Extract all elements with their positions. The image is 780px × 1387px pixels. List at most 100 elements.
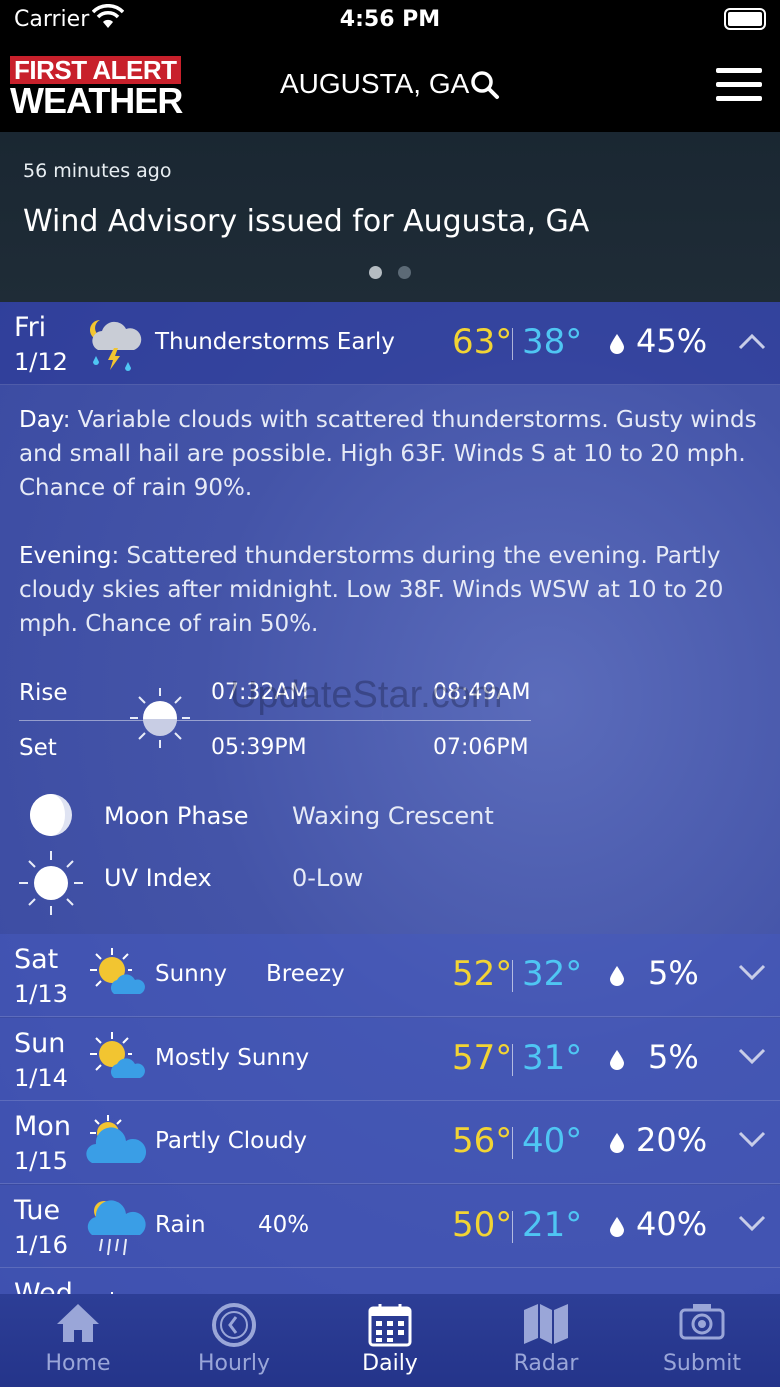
sun-moon-times: Rise Set 07:32AM 05:39PM 08:49AM 07:06PM <box>0 672 780 772</box>
alert-title[interactable]: Wind Advisory issued for Augusta, GA <box>23 204 589 239</box>
moonset-time: 07:06PM <box>433 735 529 760</box>
page-dot-2[interactable] <box>398 266 411 279</box>
tab-hourly[interactable]: Hourly <box>156 1294 312 1387</box>
sunset-time: 05:39PM <box>211 735 307 760</box>
raindrop-icon <box>610 1050 624 1074</box>
day-description: Day: Variable clouds with scattered thun… <box>19 403 759 505</box>
high-temp: 50° <box>452 1205 513 1245</box>
day-name: Wed <box>14 1278 73 1294</box>
forecast-row[interactable]: Sun 1/14 Mostly Sunny 57° 31° 5% <box>0 1018 780 1101</box>
alert-banner[interactable]: 56 minutes ago Wind Advisory issued for … <box>0 132 780 302</box>
mostly-sunny-icon <box>84 1028 146 1090</box>
day-name: Tue <box>14 1195 61 1226</box>
day-text: : Variable clouds with scattered thunder… <box>19 407 757 501</box>
moonrise-time: 08:49AM <box>433 680 531 705</box>
partly-cloudy-icon <box>84 1111 147 1173</box>
sunny-icon <box>84 944 146 1006</box>
set-label: Set <box>19 735 57 761</box>
clock-icon <box>211 1302 257 1352</box>
forecast-row[interactable]: Sat 1/13 Sunny Breezy 52° 32° 5% <box>0 934 780 1017</box>
alert-time: 56 minutes ago <box>23 160 172 182</box>
condition-label: Thunderstorms Early <box>155 329 395 355</box>
tab-home[interactable]: Home <box>0 1294 156 1387</box>
chevron-down-icon[interactable] <box>738 964 766 986</box>
day-name: Mon <box>14 1111 71 1142</box>
high-temp: 63° <box>452 322 513 362</box>
raindrop-icon <box>610 1217 624 1241</box>
temp-divider <box>512 1044 513 1076</box>
day-date: 1/12 <box>14 348 68 376</box>
condition-label: Mostly Sunny <box>155 1045 310 1071</box>
crescent-moon-icon <box>374 694 414 744</box>
high-temp: 56° <box>452 1121 513 1161</box>
evening-label: Evening <box>19 543 112 569</box>
day-date: 1/14 <box>14 1064 68 1092</box>
uv-index-row: UV Index 0-Low <box>0 850 780 915</box>
search-icon[interactable] <box>470 70 500 104</box>
daily-forecast-list[interactable]: Fri 1/12 Thunderstorms Early 63° 38° 45%… <box>0 302 780 1294</box>
page-indicator[interactable] <box>0 264 780 283</box>
home-icon <box>55 1302 101 1348</box>
tab-radar[interactable]: Radar <box>468 1294 624 1387</box>
uv-index-label: UV Index <box>104 864 212 892</box>
forecast-row-today[interactable]: Fri 1/12 Thunderstorms Early 63° 38° 45% <box>0 302 780 385</box>
raindrop-icon <box>610 334 624 358</box>
forecast-row[interactable]: Wed <box>0 1268 780 1294</box>
camera-icon <box>679 1302 725 1346</box>
forecast-row[interactable]: Mon 1/15 Partly Cloudy 56° 40° 20% <box>0 1101 780 1184</box>
moon-phase-value: Waxing Crescent <box>292 802 494 830</box>
precip-chance: 40% <box>636 1205 708 1243</box>
low-temp: 38° <box>522 322 583 362</box>
page-dot-1[interactable] <box>369 266 382 279</box>
sun-horizon-icon <box>128 686 192 754</box>
moon-phase-label: Moon Phase <box>104 802 249 830</box>
low-temp: 21° <box>522 1205 583 1245</box>
tab-label: Radar <box>513 1351 579 1376</box>
precip-chance: 5% <box>648 1038 699 1076</box>
precip-chance: 45% <box>636 322 708 360</box>
map-icon <box>522 1302 570 1350</box>
tab-bar: Home Hourly Daily Radar Submit <box>0 1294 780 1387</box>
tab-daily[interactable]: Daily <box>312 1294 468 1387</box>
evening-text: : Scattered thunderstorms during the eve… <box>19 543 724 637</box>
chevron-down-icon[interactable] <box>738 1048 766 1070</box>
condition-label: Sunny <box>155 961 227 987</box>
condition-extra: 40% <box>258 1212 310 1238</box>
horizon-line <box>19 720 531 721</box>
day-date: 1/15 <box>14 1147 68 1175</box>
battery-icon <box>724 8 766 30</box>
location-label[interactable]: AUGUSTA, GA <box>280 68 469 100</box>
precip-chance: 20% <box>636 1121 708 1159</box>
moon-phase-icon <box>28 792 74 842</box>
rain-icon <box>84 1195 146 1257</box>
sunrise-time: 07:32AM <box>211 680 309 705</box>
chevron-down-icon[interactable] <box>738 1215 766 1237</box>
temp-divider <box>512 960 513 992</box>
forecast-row[interactable]: Tue 1/16 Rain 40% 50° 21° 40% <box>0 1185 780 1268</box>
raindrop-icon <box>610 966 624 990</box>
temp-divider <box>512 328 513 360</box>
chevron-up-icon[interactable] <box>738 332 766 354</box>
status-bar: Carrier 4:56 PM <box>0 0 780 40</box>
day-label: Day <box>19 407 63 433</box>
calendar-icon <box>367 1302 413 1352</box>
hamburger-menu-icon[interactable] <box>716 68 762 102</box>
tab-label: Home <box>45 1351 111 1376</box>
tab-label: Daily <box>362 1351 418 1376</box>
day-name: Sun <box>14 1028 66 1059</box>
day-name: Fri <box>14 312 47 343</box>
chevron-down-icon[interactable] <box>738 1131 766 1153</box>
low-temp: 32° <box>522 954 583 994</box>
rise-label: Rise <box>19 680 68 706</box>
tab-label: Hourly <box>197 1351 271 1376</box>
app-header: FIRST ALERT WEATHER AUGUSTA, GA <box>0 40 780 132</box>
tab-submit[interactable]: Submit <box>624 1294 780 1387</box>
high-temp: 52° <box>452 954 513 994</box>
temp-divider <box>512 1127 513 1159</box>
clock-label: 4:56 PM <box>339 7 441 32</box>
first-alert-weather-logo[interactable]: FIRST ALERT WEATHER <box>10 56 183 119</box>
raindrop-icon <box>610 1133 624 1157</box>
precip-chance: 5% <box>648 954 699 992</box>
condition-label: Partly Cloudy <box>155 1128 308 1154</box>
condition-extra: Breezy <box>266 961 345 987</box>
